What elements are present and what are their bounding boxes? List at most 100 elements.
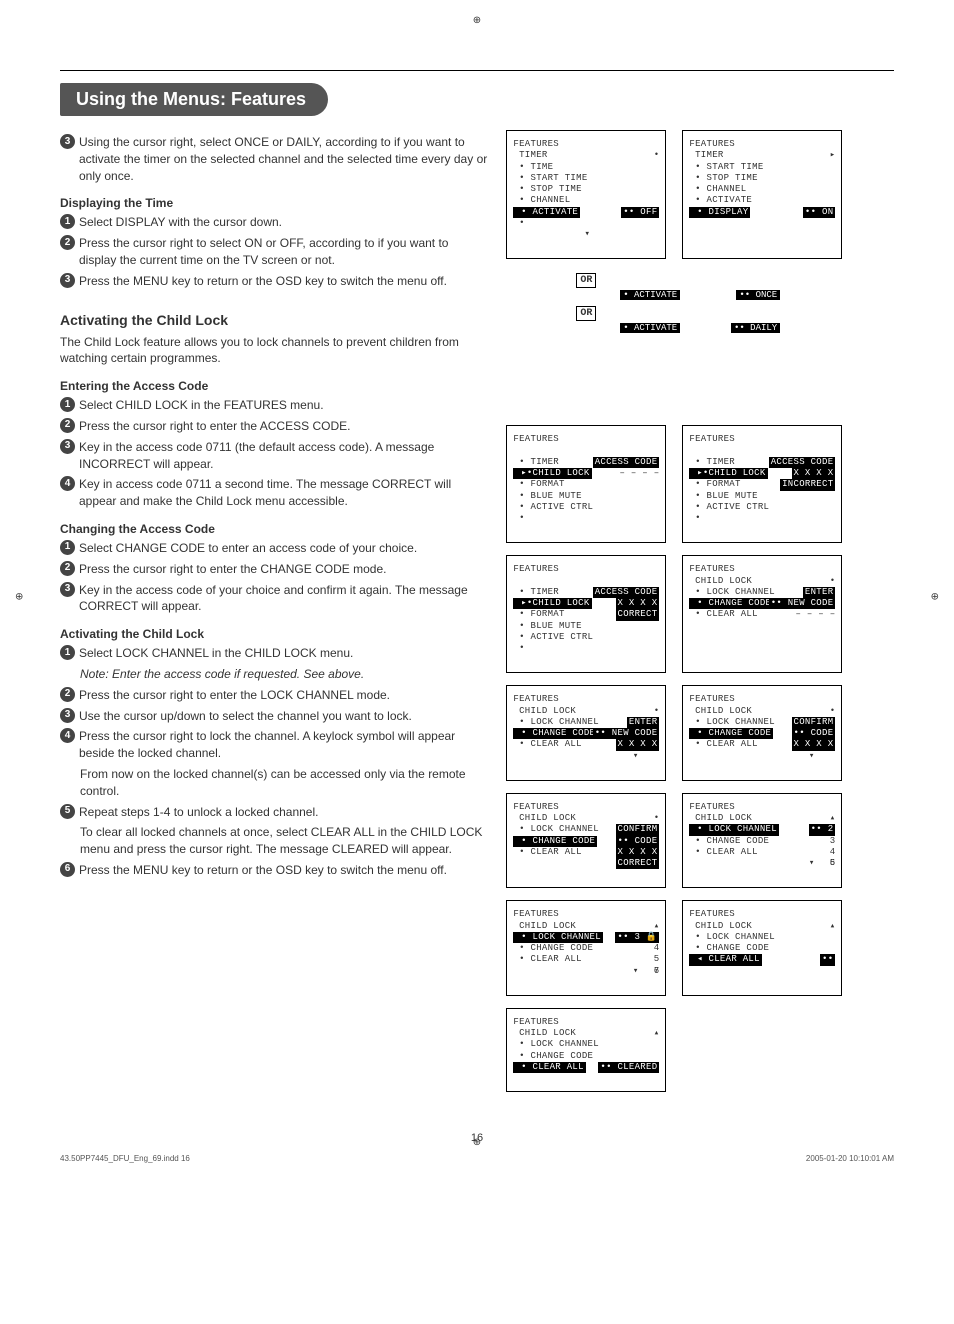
osd-line: • CLEAR ALL 5 — [513, 954, 661, 965]
osd-line: • CLEAR ALL– – – – — [689, 609, 837, 620]
osd-line: CHILD LOCK• — [689, 576, 837, 587]
osd-locked-channel: FEATURES CHILD LOCK▴ • LOCK CHANNEL•• 3 … — [506, 900, 666, 996]
step-badge: 2 — [60, 418, 75, 433]
osd-line: • LOCK CHANNEL•• 3 🔒 — [513, 932, 661, 943]
osd-line: • TIMERACCESS CODE — [513, 587, 661, 598]
osd-line: • START TIME — [689, 162, 837, 173]
step-badge: 4 — [60, 476, 75, 491]
osd-line: FEATURES — [513, 802, 661, 813]
osd-lock-confirm: FEATURES CHILD LOCK• • LOCK CHANNELCONFI… — [682, 685, 842, 781]
step-badge: 2 — [60, 561, 75, 576]
osd-line: FEATURES — [689, 139, 837, 150]
osd-line: ▸•CHILD LOCKX X X X — [689, 468, 837, 479]
osd-line: • TIME — [513, 162, 661, 173]
osd-line: CHILD LOCK▴ — [689, 813, 837, 824]
osd-line: • LOCK CHANNELCONFIRM — [513, 824, 661, 835]
osd-features-display: FEATURES TIMER▸ • START TIME • STOP TIME… — [682, 130, 842, 259]
step-text: Repeat steps 1-4 to unlock a locked chan… — [79, 804, 488, 821]
step-badge: 1 — [60, 397, 75, 412]
osd-line: ◂ CLEAR ALL•• — [689, 954, 837, 965]
activating-4b: From now on the locked channel(s) can be… — [80, 766, 488, 800]
step-text: Use the cursor up/down to select the cha… — [79, 708, 488, 725]
osd-line: • CHANGE CODE•• CODE — [689, 728, 837, 739]
activate-once-bar: • ACTIVATE •• ONCE — [620, 290, 780, 300]
osd-line: • BLUE MUTE — [513, 621, 661, 632]
activating-3: 3 Use the cursor up/down to select the ch… — [60, 708, 488, 725]
entering-3: 3Key in the access code 0711 (the defaul… — [60, 439, 488, 473]
heading-entering-code: Entering the Access Code — [60, 379, 488, 393]
heading-activating: Activating the Child Lock — [60, 627, 488, 641]
osd-row-2: FEATURES • TIMERACCESS CODE ▸•CHILD LOCK… — [506, 425, 894, 543]
osd-line: • LOCK CHANNEL — [689, 932, 837, 943]
osd-line: ▸•CHILD LOCKX X X X — [513, 598, 661, 609]
top-rule — [60, 70, 894, 71]
osd-line: • CHANNEL — [689, 184, 837, 195]
osd-line: • LOCK CHANNELENTER — [689, 587, 837, 598]
osd-line: • — [689, 513, 837, 524]
osd-line: • CHANGE CODE•• NEW CODE — [513, 728, 661, 739]
or-sep-2: OR — [506, 304, 666, 319]
osd-change-code: FEATURES CHILD LOCK• • LOCK CHANNELENTER… — [682, 555, 842, 673]
osd-line: • START TIME — [513, 173, 661, 184]
osd-line: • CLEAR ALL 4 — [689, 847, 837, 858]
step-text: Select CHILD LOCK in the FEATURES menu. — [79, 397, 488, 414]
or-sep-1: OR — [506, 271, 666, 286]
osd-line: • ACTIVATE•• OFF — [513, 207, 661, 218]
heading-changing-code: Changing the Access Code — [60, 522, 488, 536]
step-badge: 3 — [60, 708, 75, 723]
osd-line: FEATURES — [513, 909, 661, 920]
step-text: Key in the access code of your choice an… — [79, 582, 488, 616]
osd-line: FEATURES — [513, 694, 661, 705]
osd-line: FEATURES — [513, 1017, 661, 1028]
osd-line: • — [513, 218, 661, 229]
osd-line: • CLEAR ALLX X X X — [513, 847, 661, 858]
osd-line: • STOP TIME — [689, 173, 837, 184]
activating-6: 6Press the MENU key to return or the OSD… — [60, 862, 488, 879]
osd-line: ▸•CHILD LOCK– – – – — [513, 468, 661, 479]
two-column-layout: 3 Using the cursor right, select ONCE or… — [60, 130, 894, 1104]
osd-row-1: FEATURES TIMER• • TIME • START TIME • ST… — [506, 130, 894, 259]
osd-line: • BLUE MUTE — [689, 491, 837, 502]
osd-lock-enter: FEATURES CHILD LOCK• • LOCK CHANNELENTER… — [506, 685, 666, 781]
entering-2: 2Press the cursor right to enter the ACC… — [60, 418, 488, 435]
step-text: Select DISPLAY with the cursor down. — [79, 214, 488, 231]
display-time-3: 3Press the MENU key to return or the OSD… — [60, 273, 488, 290]
osd-row-7: FEATURES CHILD LOCK▴ • LOCK CHANNEL • CH… — [506, 1008, 894, 1092]
osd-line: • STOP TIME — [513, 184, 661, 195]
osd-lock-list: FEATURES CHILD LOCK▴ • LOCK CHANNEL•• 2 … — [682, 793, 842, 889]
osd-line: FEATURES — [689, 694, 837, 705]
osd-line: CHILD LOCK• — [513, 706, 661, 717]
osd-line: FEATURES — [513, 564, 661, 575]
text-column: 3 Using the cursor right, select ONCE or… — [60, 130, 488, 1104]
osd-line: • TIMERACCESS CODE — [513, 457, 661, 468]
step-text: Press the cursor right to enter the CHAN… — [79, 561, 488, 578]
osd-line: ▾ — [513, 229, 661, 240]
display-time-1: 1 Select DISPLAY with the cursor down. — [60, 214, 488, 231]
activating-5b: To clear all locked channels at once, se… — [80, 824, 488, 858]
osd-line: • FORMAT — [513, 479, 661, 490]
step-text: Select LOCK CHANNEL in the CHILD LOCK me… — [79, 645, 488, 662]
section-title: Using the Menus: Features — [60, 83, 328, 116]
changing-1: 1Select CHANGE CODE to enter an access c… — [60, 540, 488, 557]
osd-access-incorrect: FEATURES • TIMERACCESS CODE ▸•CHILD LOCK… — [682, 425, 842, 543]
activating-1: 1Select LOCK CHANNEL in the CHILD LOCK m… — [60, 645, 488, 662]
osd-line: • CLEAR ALLX X X X — [689, 739, 837, 750]
osd-line: • TIMERACCESS CODE — [689, 457, 837, 468]
osd-column: FEATURES TIMER• • TIME • START TIME • ST… — [506, 130, 894, 1104]
step-badge: 1 — [60, 214, 75, 229]
osd-line: • CHANNEL — [513, 195, 661, 206]
step-text: Press the cursor right to enter the LOCK… — [79, 687, 488, 704]
osd-cleared: FEATURES CHILD LOCK▴ • LOCK CHANNEL • CH… — [506, 1008, 666, 1092]
child-lock-intro-body: The Child Lock feature allows you to loc… — [60, 334, 488, 368]
osd-access-dashes: FEATURES • TIMERACCESS CODE ▸•CHILD LOCK… — [506, 425, 666, 543]
osd-line: CHILD LOCK▴ — [513, 1028, 661, 1039]
osd-line: FEATURES — [689, 434, 837, 445]
osd-row-5: FEATURES CHILD LOCK• • LOCK CHANNELCONFI… — [506, 793, 894, 889]
osd-line: • ACTIVE CTRL — [513, 632, 661, 643]
entering-1: 1 Select CHILD LOCK in the FEATURES menu. — [60, 397, 488, 414]
osd-line: • DISPLAY•• ON — [689, 207, 837, 218]
osd-line: FEATURES — [689, 909, 837, 920]
osd-line: • CHANGE CODE — [689, 943, 837, 954]
osd-line: • ACTIVE CTRL — [689, 502, 837, 513]
reg-mark-bottom-icon: ⊕ — [473, 1137, 481, 1148]
